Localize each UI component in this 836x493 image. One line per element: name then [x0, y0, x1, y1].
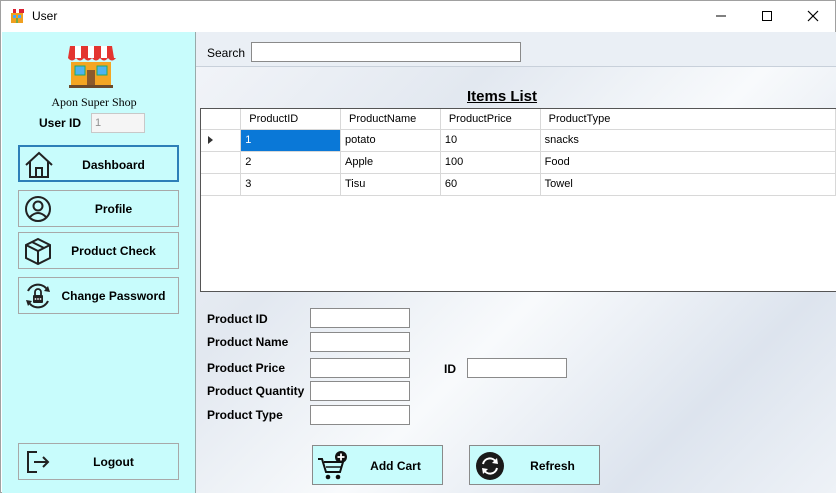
product-quantity-field[interactable]: [310, 381, 410, 401]
id-label: ID: [444, 362, 456, 376]
main-panel: Search Items List ProductID ProductName …: [195, 32, 836, 493]
product-check-label: Product Check: [71, 244, 156, 258]
minimize-button[interactable]: [698, 1, 744, 31]
product-price-field[interactable]: [310, 358, 410, 378]
close-icon: [807, 10, 819, 22]
table-cell[interactable]: Towel: [540, 173, 836, 196]
search-bar: Search: [196, 32, 836, 67]
search-label: Search: [207, 46, 246, 60]
product-quantity-label: Product Quantity: [207, 384, 305, 398]
column-header-productname[interactable]: ProductName: [340, 109, 441, 130]
product-type-field[interactable]: [310, 405, 410, 425]
table-row[interactable]: 1 potato 10 snacks: [201, 129, 836, 152]
row-header[interactable]: [201, 151, 242, 174]
close-button[interactable]: [790, 1, 836, 31]
add-cart-label: Add Cart: [370, 459, 421, 473]
user-id-field[interactable]: [91, 113, 145, 133]
table-cell[interactable]: Food: [540, 151, 836, 174]
product-name-label: Product Name: [207, 335, 289, 349]
id-field[interactable]: [467, 358, 567, 378]
product-id-field[interactable]: [310, 308, 410, 328]
sidebar: Apon Super Shop User ID Dashboard Profil…: [2, 32, 195, 493]
shop-logo: [68, 46, 116, 88]
row-header[interactable]: [201, 129, 242, 152]
maximize-icon: [762, 11, 772, 21]
column-header-producttype[interactable]: ProductType: [540, 109, 836, 130]
user-window: User Apon Super Shop User ID 1 Dashboard…: [0, 0, 836, 493]
table-cell[interactable]: Tisu: [340, 173, 441, 196]
dashboard-button[interactable]: Dashboard: [18, 145, 179, 182]
window-title: User: [32, 9, 58, 23]
profile-button[interactable]: Profile: [18, 190, 179, 227]
table-row[interactable]: 3 Tisu 60 Towel: [201, 173, 836, 196]
refresh-icon: [476, 452, 504, 480]
refresh-label: Refresh: [530, 459, 575, 473]
product-check-button[interactable]: Product Check: [18, 232, 179, 269]
table-cell[interactable]: potato: [340, 129, 441, 152]
minimize-icon: [716, 15, 726, 17]
table-cell[interactable]: 1: [240, 129, 341, 152]
table-cell[interactable]: snacks: [540, 129, 836, 152]
change-password-button[interactable]: Change Password: [18, 277, 179, 314]
product-price-label: Product Price: [207, 361, 286, 375]
table-cell[interactable]: 2: [240, 151, 341, 174]
maximize-button[interactable]: [744, 1, 790, 31]
table-cell[interactable]: 100: [440, 151, 541, 174]
table-cell[interactable]: 10: [440, 129, 541, 152]
dashboard-label: Dashboard: [82, 158, 145, 172]
search-input[interactable]: [251, 42, 521, 62]
add-to-cart-icon: [318, 451, 347, 480]
title-bar: User: [1, 1, 835, 31]
shop-name: Apon Super Shop: [51, 95, 137, 109]
current-row-arrow-icon: [208, 136, 213, 145]
add-cart-button[interactable]: Add Cart: [312, 445, 443, 485]
column-header-productprice[interactable]: ProductPrice: [440, 109, 541, 130]
items-list-title: Items List: [467, 88, 538, 105]
grid-header-row: ProductID ProductName ProductPrice Produ…: [201, 109, 836, 130]
row-header[interactable]: [201, 173, 242, 196]
logout-label: Logout: [93, 455, 134, 469]
profile-label: Profile: [94, 202, 133, 216]
product-id-label: Product ID: [207, 312, 268, 326]
column-header-productid[interactable]: ProductID: [240, 109, 341, 130]
table-cell[interactable]: Apple: [340, 151, 441, 174]
product-name-field[interactable]: [310, 332, 410, 352]
grid-corner-cell: [201, 109, 242, 130]
table-row[interactable]: 2 Apple 100 Food: [201, 151, 836, 174]
user-id-label: User ID: [39, 116, 82, 130]
table-cell[interactable]: 60: [440, 173, 541, 196]
product-type-label: Product Type: [207, 408, 283, 422]
change-password-label: Change Password: [61, 289, 166, 303]
table-cell[interactable]: 3: [240, 173, 341, 196]
shop-icon: [10, 9, 24, 23]
logout-button[interactable]: Logout: [18, 443, 179, 480]
items-grid[interactable]: ProductID ProductName ProductPrice Produ…: [200, 108, 836, 292]
refresh-button[interactable]: Refresh: [469, 445, 600, 485]
